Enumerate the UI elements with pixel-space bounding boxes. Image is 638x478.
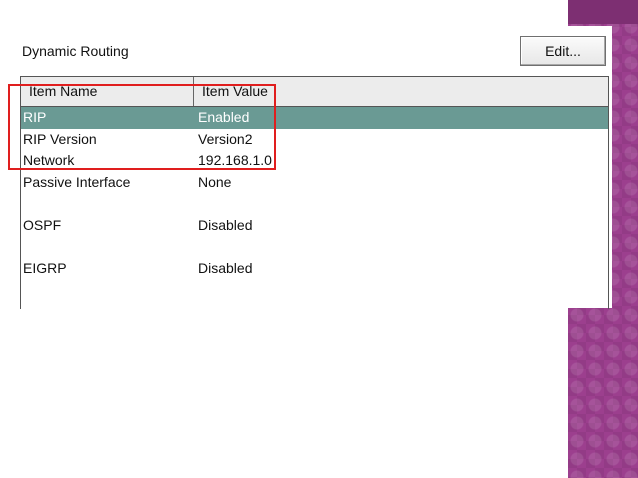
panel-title: Dynamic Routing [22, 43, 129, 59]
edit-button[interactable]: Edit... [520, 36, 606, 66]
table-row-passive-interface[interactable]: Passive Interface None [21, 172, 608, 194]
decorative-side-band-top [568, 0, 638, 24]
row-item-value: Disabled [198, 260, 253, 276]
row-item-name: OSPF [23, 217, 62, 233]
table-row-eigrp[interactable]: EIGRP Disabled [21, 258, 608, 280]
row-item-name: EIGRP [23, 260, 67, 276]
table-row-ospf[interactable]: OSPF Disabled [21, 215, 608, 237]
row-item-value: None [198, 174, 232, 190]
row-item-value: Disabled [198, 217, 253, 233]
row-item-name: Passive Interface [23, 174, 131, 190]
rip-settings-highlight-box [8, 84, 276, 170]
